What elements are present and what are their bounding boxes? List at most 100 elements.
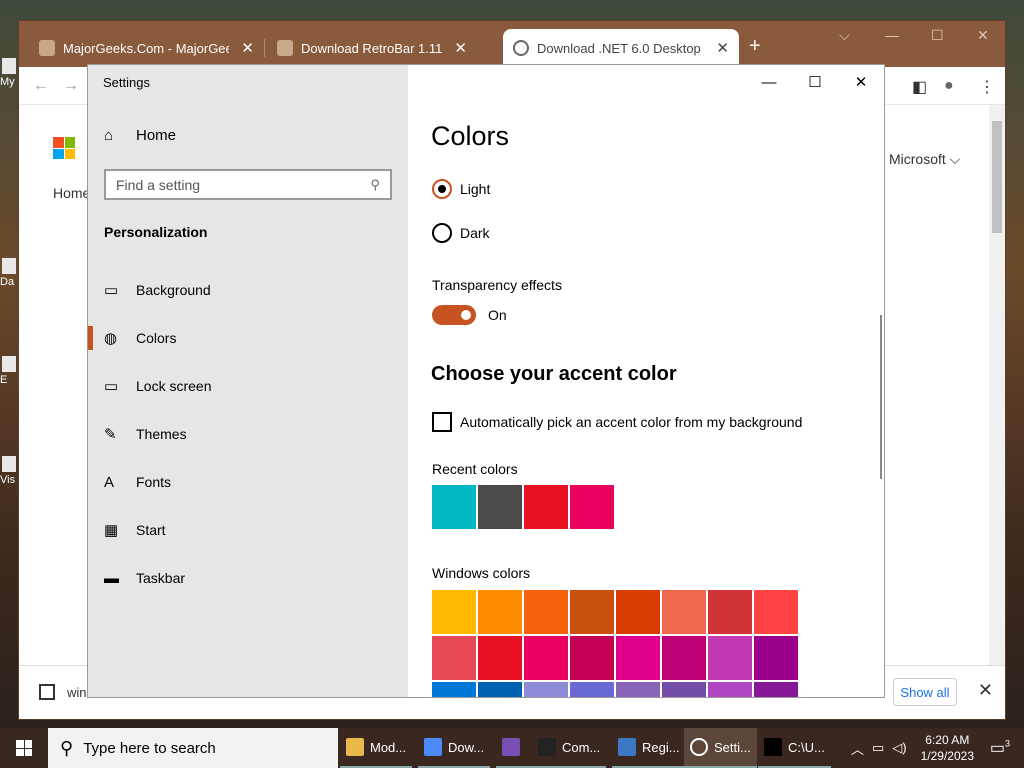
network-icon[interactable]: ▭ [872,740,884,756]
taskbar-app-button[interactable] [496,728,532,768]
sidebar-item-fonts[interactable]: A Fonts [88,462,408,502]
download-file-name[interactable]: win [67,685,87,700]
windows-color-swatch[interactable] [708,590,752,634]
download-bar-close-icon[interactable]: ✕ [978,680,993,701]
tab-close-icon[interactable]: ✕ [454,39,467,57]
desktop-shortcut-icon[interactable]: Da [0,258,18,308]
windows-color-swatch[interactable] [570,682,614,697]
desktop-shortcut-icon[interactable]: My [0,58,18,108]
browser-minimize-icon[interactable]: — [885,27,899,43]
volume-icon[interactable]: ◁) [892,740,906,756]
windows-color-swatch[interactable] [570,636,614,680]
sidebar-item-colors[interactable]: ◍ Colors [88,318,408,358]
tab-retrobar[interactable]: Download RetroBar 1.11 ✕ [267,29,497,67]
taskbar-app-button[interactable]: Regi... [612,728,686,768]
windows-color-swatch[interactable] [432,682,476,697]
settings-window: Settings ⌂ Home ⚲ Personalization ▭ Backg… [87,64,885,698]
sidebar-item-label: Taskbar [136,570,186,586]
checkbox-icon[interactable] [432,412,452,432]
close-icon[interactable]: ✕ [838,69,884,95]
windows-color-swatch[interactable] [662,636,706,680]
taskbar-app-button[interactable]: C:\U... [758,728,831,768]
taskbar-app-button[interactable]: Setti... [684,728,757,768]
notification-icon[interactable]: ▭3 [990,738,1010,758]
windows-color-swatch[interactable] [754,590,798,634]
start-button[interactable] [0,728,48,768]
radio-unselected-icon[interactable] [432,223,452,243]
sidebar-item-label: Colors [136,330,177,346]
radio-selected-icon[interactable] [432,179,452,199]
windows-color-swatch[interactable] [478,636,522,680]
search-icon[interactable]: ⚲ [370,177,380,193]
new-tab-button[interactable]: + [749,35,761,58]
windows-color-swatch[interactable] [662,682,706,697]
recent-color-swatch[interactable] [570,485,614,529]
recent-color-swatch[interactable] [432,485,476,529]
clock[interactable]: 6:20 AM 1/29/2023 [921,732,974,764]
windows-color-swatch[interactable] [570,590,614,634]
taskbar-search-input[interactable] [83,739,284,757]
sidebar-item-home[interactable]: ⌂ Home [104,127,176,144]
tab-close-icon[interactable]: ✕ [241,39,254,57]
fonts-icon: A [104,473,115,491]
windows-color-swatch[interactable] [754,682,798,697]
chevron-up-icon[interactable]: ︿ [851,739,864,758]
maximize-icon[interactable]: ☐ [792,69,838,95]
tab-search-icon[interactable]: ⌵ [839,27,850,44]
forward-arrow-icon[interactable]: → [63,77,79,95]
windows-color-swatch[interactable] [662,590,706,634]
tab-close-icon[interactable]: ✕ [716,39,729,57]
sidebar-item-start[interactable]: ▦ Start [88,510,408,550]
browser-close-icon[interactable]: ✕ [977,27,989,44]
side-panel-icon[interactable]: ◧ [912,77,927,97]
auto-accent-checkbox[interactable]: Automatically pick an accent color from … [432,412,802,432]
windows-color-swatch[interactable] [432,590,476,634]
browser-maximize-icon[interactable]: ☐ [931,27,944,44]
desktop-shortcut-icon[interactable]: Vis [0,456,18,506]
taskbar-search[interactable]: ⚲ [48,728,338,768]
desktop-shortcut-icon[interactable]: E [0,356,18,406]
windows-color-swatch[interactable] [616,682,660,697]
shortcut-glyph-icon [2,356,16,372]
transparency-toggle[interactable] [432,305,476,325]
taskbar-app-button[interactable]: Dow... [418,728,491,768]
tab-majorgeeks[interactable]: MajorGeeks.Com - MajorGeeks ✕ [29,29,264,67]
back-arrow-icon[interactable]: ← [33,77,49,95]
windows-color-swatch[interactable] [478,682,522,697]
windows-color-swatch[interactable] [708,636,752,680]
page-scroll-thumb[interactable] [992,121,1002,233]
windows-color-swatch[interactable] [524,636,568,680]
taskbar-app-button[interactable]: Mod... [340,728,413,768]
sidebar-item-taskbar[interactable]: ▬ Taskbar [88,558,408,598]
recent-color-swatch[interactable] [478,485,522,529]
windows-color-swatch[interactable] [708,682,752,697]
windows-color-swatch[interactable] [432,636,476,680]
search-input[interactable] [116,176,371,193]
recent-color-swatch[interactable] [524,485,568,529]
windows-color-swatch[interactable] [616,590,660,634]
taskbar-app-label: Mod... [370,739,407,755]
page-scrollbar[interactable] [989,105,1005,689]
microsoft-menu-link[interactable]: Microsoft ⌵ [889,151,960,168]
show-all-button[interactable]: Show all [893,678,957,706]
page-title: Colors [431,121,510,151]
windows-color-swatch[interactable] [524,590,568,634]
windows-color-swatch[interactable] [524,682,568,697]
menu-kebab-icon[interactable]: ⋮ [979,77,995,97]
sidebar-item-lock-screen[interactable]: ▭ Lock screen [88,366,408,406]
tab-dotnet[interactable]: Download .NET 6.0 Desktop Run ✕ [503,29,739,67]
sidebar-item-themes[interactable]: ✎ Themes [88,414,408,454]
minimize-icon[interactable]: — [746,69,792,95]
windows-color-swatch[interactable] [616,636,660,680]
settings-search-box[interactable]: ⚲ [104,169,392,200]
page-home-link[interactable]: Home [53,185,90,201]
settings-scrollbar[interactable] [880,315,882,479]
windows-color-swatch[interactable] [754,636,798,680]
taskbar-app-button[interactable]: Com... [532,728,607,768]
desktop-shortcut-label: E [0,374,8,386]
mode-light-option[interactable]: Light [432,179,490,199]
sidebar-item-background[interactable]: ▭ Background [88,270,408,310]
profile-avatar-icon[interactable]: ● [944,77,954,95]
mode-dark-option[interactable]: Dark [432,223,490,243]
windows-color-swatch[interactable] [478,590,522,634]
